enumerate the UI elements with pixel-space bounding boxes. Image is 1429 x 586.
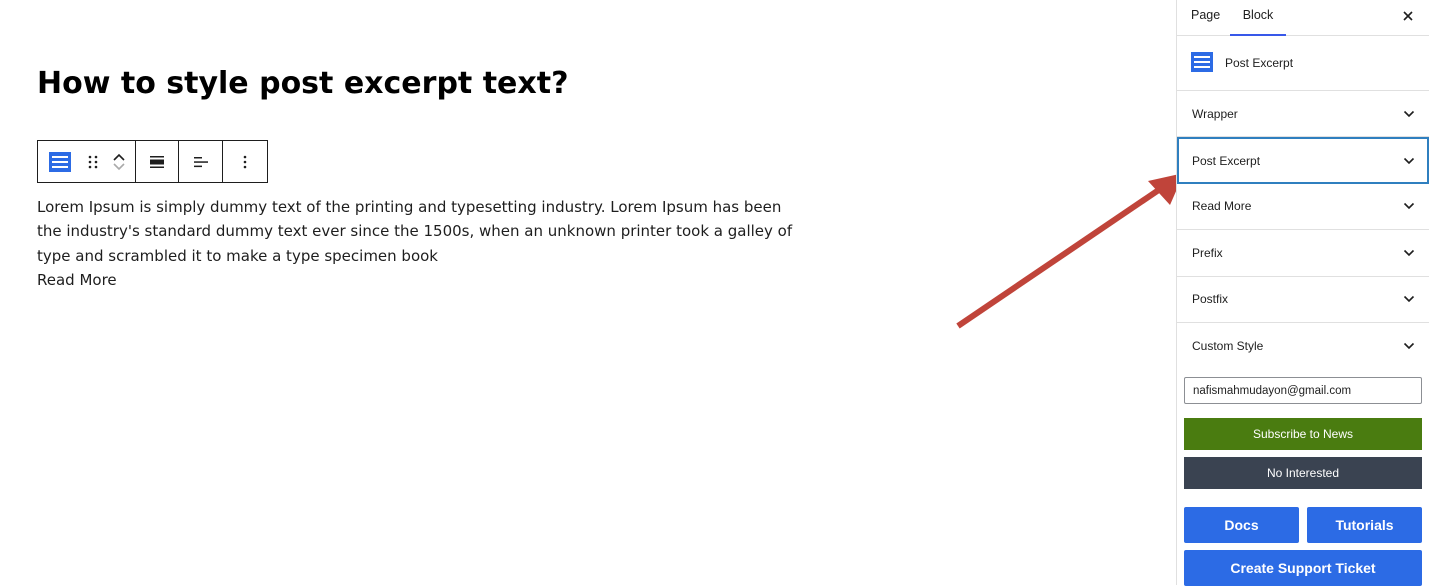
block-toolbar-group-text-align (179, 141, 224, 182)
more-options-icon[interactable] (243, 141, 247, 182)
block-toolbar-group-main (38, 141, 136, 182)
post-excerpt-text: Lorem Ipsum is simply dummy text of the … (37, 198, 793, 265)
tab-block[interactable]: Block (1230, 0, 1286, 36)
move-down-icon[interactable] (112, 162, 126, 172)
panel-label: Wrapper (1192, 106, 1238, 121)
post-excerpt-block-icon[interactable] (38, 141, 82, 182)
block-card-title: Post Excerpt (1225, 56, 1294, 70)
panel-label: Post Excerpt (1192, 153, 1261, 168)
subscribe-button[interactable]: Subscribe to News (1184, 418, 1422, 450)
text-align-left-icon[interactable] (193, 141, 209, 182)
block-toolbar-group-align (136, 141, 180, 182)
panel-postfix[interactable]: Postfix (1177, 277, 1429, 323)
email-field[interactable] (1184, 377, 1422, 404)
post-excerpt-block[interactable]: Lorem Ipsum is simply dummy text of the … (37, 195, 797, 292)
block-toolbar-group-more (223, 141, 267, 182)
panel-post-excerpt[interactable]: Post Excerpt (1177, 137, 1429, 184)
settings-sidebar: Page Block Post Excerpt Wrapper Post Exc… (1176, 0, 1429, 586)
chevron-down-icon (1403, 296, 1415, 303)
panel-label: Custom Style (1192, 339, 1264, 354)
post-excerpt-block-icon (1191, 51, 1213, 75)
panel-custom-style[interactable]: Custom Style (1177, 323, 1429, 369)
chevron-down-icon (1403, 249, 1415, 256)
chevron-down-icon (1403, 157, 1415, 164)
panel-read-more[interactable]: Read More (1177, 184, 1429, 231)
block-toolbar (37, 140, 268, 183)
editor-canvas: How to style post excerpt text? Lorem Ip… (0, 0, 1176, 585)
align-icon[interactable] (149, 141, 165, 182)
block-mover (104, 141, 134, 182)
sidebar-tabs: Page Block (1177, 0, 1429, 36)
panel-wrapper[interactable]: Wrapper (1177, 91, 1429, 138)
close-icon[interactable] (1401, 9, 1415, 23)
panel-label: Postfix (1192, 292, 1229, 307)
panel-prefix[interactable]: Prefix (1177, 230, 1429, 277)
docs-button[interactable]: Docs (1184, 507, 1299, 543)
no-interest-button[interactable]: No Interested (1184, 457, 1422, 489)
tab-page[interactable]: Page (1191, 0, 1220, 36)
tutorials-button[interactable]: Tutorials (1307, 507, 1422, 543)
panel-label: Prefix (1192, 245, 1223, 260)
block-card: Post Excerpt (1177, 36, 1429, 91)
panel-label: Read More (1192, 199, 1252, 214)
chevron-down-icon (1403, 203, 1415, 210)
drag-handle-icon[interactable] (82, 141, 104, 182)
create-support-ticket-button[interactable]: Create Support Ticket (1184, 550, 1422, 586)
post-title[interactable]: How to style post excerpt text? (37, 62, 569, 106)
chevron-down-icon (1403, 343, 1415, 350)
chevron-down-icon (1403, 110, 1415, 117)
move-up-icon[interactable] (112, 152, 126, 162)
read-more-link[interactable]: Read More (37, 268, 797, 292)
